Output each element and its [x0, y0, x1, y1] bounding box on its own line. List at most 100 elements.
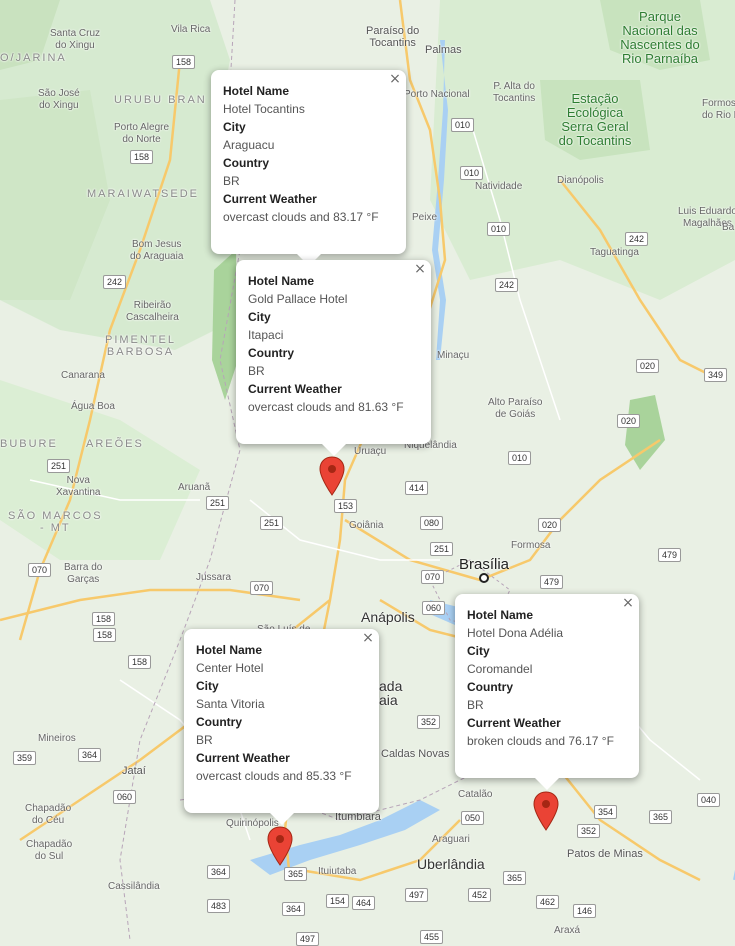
info-window[interactable]: × Hotel Name Hotel Tocantins City Aragua…	[211, 70, 406, 266]
road-shield: 020	[636, 359, 660, 373]
place-label: Natividade	[475, 181, 523, 192]
place-label: Jataí	[122, 765, 146, 777]
place-label: Uruaçu	[354, 446, 387, 457]
place-label: Caldas Novas	[381, 748, 450, 760]
city-value: Coromandel	[467, 662, 533, 676]
road-shield: 497	[296, 932, 320, 946]
road-shield: 251	[260, 516, 284, 530]
country-value: BR	[467, 698, 484, 712]
weather-value: overcast clouds and 81.63 °F	[248, 400, 404, 414]
road-shield: 251	[206, 496, 230, 510]
city-label: City	[248, 310, 271, 324]
place-label: Canarana	[61, 370, 105, 381]
road-shield: 020	[617, 414, 641, 428]
road-shield: 158	[93, 628, 117, 642]
place-label: Chapadão do Sul	[26, 839, 73, 862]
road-shield: 060	[422, 601, 446, 615]
map-marker-icon[interactable]	[533, 791, 559, 831]
close-icon[interactable]: ×	[413, 262, 427, 276]
place-label: ada	[379, 678, 403, 694]
place-label: Chapadão do Céu	[25, 803, 72, 826]
place-label: Ituiutaba	[318, 866, 357, 877]
place-label: Santa Cruz do Xingu	[50, 28, 101, 51]
map-marker-icon[interactable]	[319, 456, 345, 496]
hotel-name-value: Center Hotel	[196, 661, 264, 675]
road-shield: 365	[649, 810, 673, 824]
place-label: Anápolis	[361, 609, 415, 625]
country-label: Country	[467, 680, 513, 694]
weather-label: Current Weather	[467, 716, 561, 730]
road-shield: 040	[697, 793, 721, 807]
place-label: Palmas	[425, 44, 462, 56]
country-label: Country	[248, 346, 294, 360]
region-label: O/JARINA	[0, 52, 67, 64]
weather-value: overcast clouds and 85.33 °F	[196, 769, 352, 783]
road-shield: 153	[334, 499, 358, 513]
road-shield: 242	[103, 275, 127, 289]
road-shield: 354	[594, 805, 618, 819]
road-shield: 352	[577, 824, 601, 838]
place-label: Dianópolis	[557, 175, 604, 186]
road-shield: 479	[540, 575, 564, 589]
road-shield: 364	[207, 865, 231, 879]
place-label: Paraíso do Tocantins	[366, 25, 420, 49]
road-shield: 070	[421, 570, 445, 584]
road-shield: 158	[172, 55, 196, 69]
road-shield: 146	[573, 904, 597, 918]
road-shield: 251	[430, 542, 454, 556]
place-label: São José do Xingu	[38, 88, 80, 111]
place-label: Araguari	[432, 834, 470, 845]
road-shield: 479	[658, 548, 682, 562]
road-shield: 242	[495, 278, 519, 292]
road-shield: 414	[405, 481, 429, 495]
park-label: Parque Nacional das Nascentes do Rio Par…	[620, 9, 700, 66]
place-label: Bom Jesus do Araguaia	[130, 239, 184, 262]
road-shield: 349	[704, 368, 728, 382]
close-icon[interactable]: ×	[388, 72, 402, 86]
close-icon[interactable]: ×	[621, 596, 635, 610]
info-window[interactable]: × Hotel Name Center Hotel City Santa Vit…	[184, 629, 379, 825]
capital-label: Brasília	[459, 556, 510, 573]
info-window[interactable]: × Hotel Name Gold Pallace Hotel City Ita…	[236, 260, 431, 456]
hotel-name-label: Hotel Name	[196, 643, 263, 657]
place-label: Minaçu	[437, 350, 470, 361]
road-shield: 455	[420, 930, 444, 944]
road-shield: 020	[538, 518, 562, 532]
road-shield: 080	[420, 516, 444, 530]
place-label: Alto Paraíso de Goiás	[488, 397, 543, 420]
info-window[interactable]: × Hotel Name Hotel Dona Adélia City Coro…	[455, 594, 639, 790]
weather-label: Current Weather	[196, 751, 290, 765]
place-label: Nova Xavantina	[56, 475, 101, 498]
hotel-name-value: Hotel Tocantins	[223, 102, 305, 116]
road-shield: 365	[503, 871, 527, 885]
road-shield: 365	[284, 867, 308, 881]
road-shield: 462	[536, 895, 560, 909]
road-shield: 364	[78, 748, 102, 762]
region-label: MARAIWATSEDE	[87, 188, 200, 200]
road-shield: 010	[451, 118, 475, 132]
city-value: Santa Vitoria	[196, 697, 265, 711]
road-shield: 154	[326, 894, 350, 908]
place-label: aia	[379, 692, 398, 708]
place-label: Ba	[722, 222, 735, 233]
region-label: AREÕES	[86, 438, 144, 450]
city-label: City	[196, 679, 219, 693]
place-label: Catalão	[458, 789, 493, 800]
place-label: Barra do Garças	[64, 562, 103, 585]
road-shield: 158	[92, 612, 116, 626]
close-icon[interactable]: ×	[361, 631, 375, 645]
place-label: Patos de Minas	[567, 848, 643, 860]
place-label: Peixe	[412, 212, 438, 223]
place-label: Formosa	[511, 540, 551, 551]
road-shield: 452	[468, 888, 492, 902]
place-label: Vila Rica	[171, 24, 211, 35]
map-marker-icon[interactable]	[267, 826, 293, 866]
country-value: BR	[196, 733, 213, 747]
place-label: Cassilândia	[108, 881, 160, 892]
country-value: BR	[223, 174, 240, 188]
road-shield: 010	[460, 166, 484, 180]
place-label: Aruanã	[178, 482, 211, 493]
place-label: Ribeirão Cascalheira	[126, 300, 179, 323]
hotel-name-value: Hotel Dona Adélia	[467, 626, 564, 640]
place-label: Formos do Rio P	[702, 98, 735, 121]
